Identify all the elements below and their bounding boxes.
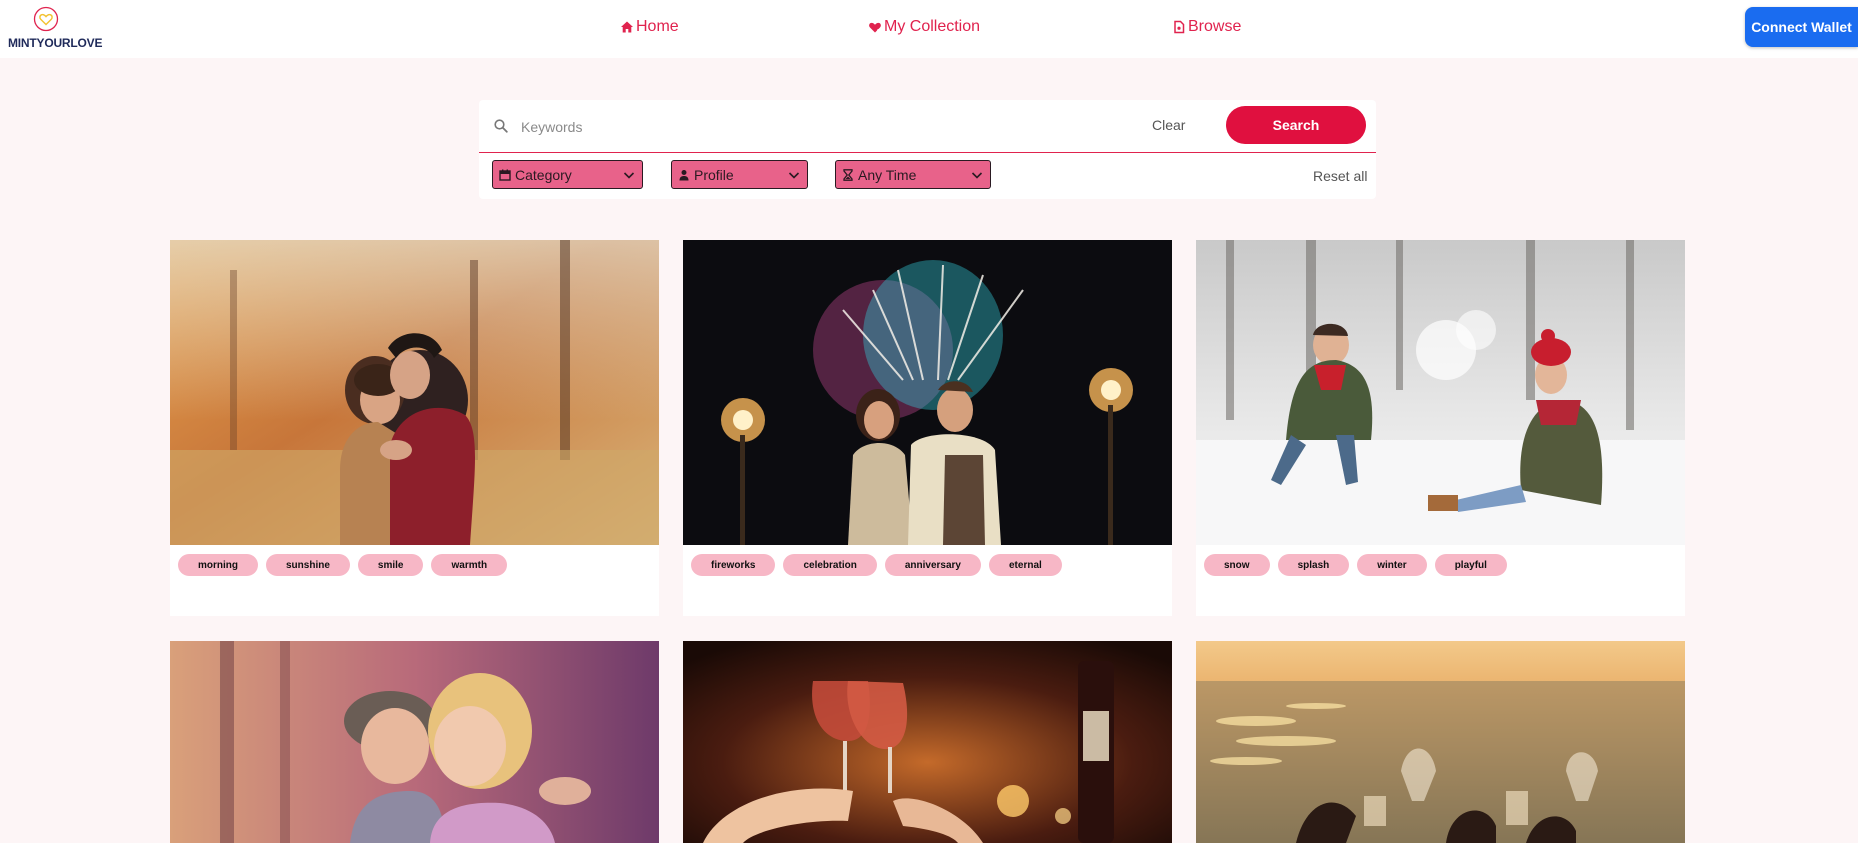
- brand-name: MINTYOURLOVE: [8, 36, 103, 50]
- time-filter[interactable]: Any Time: [835, 160, 991, 189]
- category-filter-label: Category: [515, 166, 572, 183]
- nav-my-collection[interactable]: My Collection: [868, 17, 980, 37]
- hourglass-icon: [843, 168, 853, 181]
- top-header: MINTYOURLOVE Home My Collection Browse C…: [0, 0, 1858, 58]
- heart-logo-icon: [33, 6, 59, 32]
- couple-autumn-photo[interactable]: [170, 240, 659, 545]
- chevron-down-icon: [623, 171, 635, 179]
- calendar-icon: [499, 169, 511, 181]
- nav-browse[interactable]: Browse: [1172, 17, 1241, 37]
- tag-chip[interactable]: sunshine: [266, 554, 350, 576]
- photo-card[interactable]: [1196, 641, 1685, 843]
- keywords-input[interactable]: [519, 114, 1123, 140]
- home-icon: [621, 21, 633, 33]
- person-icon: [679, 169, 689, 180]
- tag-chip[interactable]: morning: [178, 554, 258, 576]
- photo-card[interactable]: [170, 641, 659, 843]
- search-bar: Clear Search: [479, 100, 1376, 153]
- heart-icon: [869, 22, 882, 34]
- category-filter[interactable]: Category: [492, 160, 643, 189]
- tag-chip[interactable]: celebration: [783, 554, 877, 576]
- beach-dinner-photo[interactable]: [1196, 641, 1685, 843]
- photo-card[interactable]: [683, 641, 1172, 843]
- tag-chip[interactable]: smile: [357, 554, 424, 576]
- tag-chip[interactable]: warmth: [431, 554, 508, 576]
- tag-chip[interactable]: winter: [1357, 554, 1427, 576]
- couple-snow-photo[interactable]: [1196, 240, 1685, 545]
- search-panel: Clear Search Category Profile Any Time R…: [479, 100, 1376, 199]
- tag-chip[interactable]: snow: [1204, 554, 1270, 576]
- tag-chip[interactable]: eternal: [988, 554, 1062, 576]
- tag-list: fireworks celebration anniversary eterna…: [691, 554, 1062, 576]
- tag-chip[interactable]: splash: [1277, 554, 1350, 576]
- clear-button[interactable]: Clear: [1152, 117, 1185, 133]
- chevron-down-icon: [788, 171, 800, 179]
- profile-filter-label: Profile: [694, 166, 734, 183]
- connect-wallet-button[interactable]: Connect Wallet: [1745, 7, 1858, 47]
- nav-home[interactable]: Home: [620, 17, 679, 37]
- nav-my-collection-label: My Collection: [884, 18, 981, 35]
- photo-card[interactable]: snow splash winter playful: [1196, 240, 1685, 616]
- document-icon: [1174, 20, 1185, 34]
- time-filter-label: Any Time: [858, 166, 917, 183]
- couple-fireworks-photo[interactable]: [683, 240, 1172, 545]
- photo-card[interactable]: fireworks celebration anniversary eterna…: [683, 240, 1172, 616]
- tag-list: morning sunshine smile warmth: [178, 554, 508, 576]
- nav-home-label: Home: [636, 18, 679, 35]
- nav-browse-label: Browse: [1188, 18, 1242, 35]
- reset-all-button[interactable]: Reset all: [1313, 168, 1367, 184]
- tag-chip[interactable]: anniversary: [884, 554, 981, 576]
- chevron-down-icon: [971, 171, 983, 179]
- tag-chip[interactable]: playful: [1434, 554, 1507, 576]
- profile-filter[interactable]: Profile: [671, 160, 808, 189]
- wine-toast-photo[interactable]: [683, 641, 1172, 843]
- tag-chip[interactable]: fireworks: [691, 554, 776, 576]
- search-button[interactable]: Search: [1226, 106, 1366, 144]
- photo-card[interactable]: morning sunshine smile warmth: [170, 240, 659, 616]
- children-kiss-photo[interactable]: [170, 641, 659, 843]
- brand-logo[interactable]: MINTYOURLOVE: [8, 6, 104, 52]
- tag-list: snow splash winter playful: [1204, 554, 1507, 576]
- search-icon: [494, 119, 508, 133]
